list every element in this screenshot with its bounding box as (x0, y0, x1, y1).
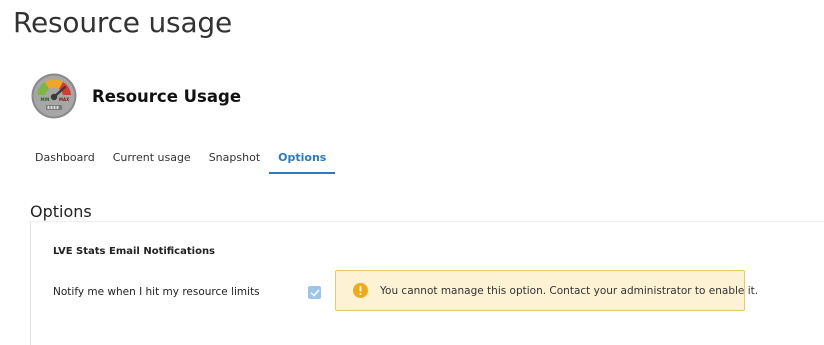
app-name: Resource Usage (92, 86, 242, 106)
tab-current-usage[interactable]: Current usage (104, 142, 200, 170)
options-panel: LVE Stats Email Notifications Notify me … (30, 221, 824, 345)
tab-snapshot[interactable]: Snapshot (200, 142, 269, 170)
tab-options[interactable]: Options (269, 142, 336, 174)
tab-bar: Dashboard Current usage Snapshot Options (26, 142, 336, 174)
section-title: Options (30, 202, 92, 221)
notify-checkbox[interactable] (308, 286, 321, 299)
app-header: MIN MAX Resource Usage (31, 73, 241, 119)
group-title: LVE Stats Email Notifications (53, 246, 216, 257)
gauge-max-label: MAX (59, 97, 69, 102)
gauge-icon: MIN MAX (31, 73, 77, 119)
page-title: Resource usage (13, 6, 232, 39)
exclamation-icon (353, 283, 368, 298)
warning-alert: You cannot manage this option. Contact y… (335, 270, 758, 311)
checkmark-icon (310, 289, 319, 296)
tab-dashboard[interactable]: Dashboard (26, 142, 104, 170)
gauge-min-label: MIN (41, 97, 50, 102)
notify-option-label: Notify me when I hit my resource limits (53, 286, 260, 298)
warning-text: You cannot manage this option. Contact y… (380, 284, 759, 297)
